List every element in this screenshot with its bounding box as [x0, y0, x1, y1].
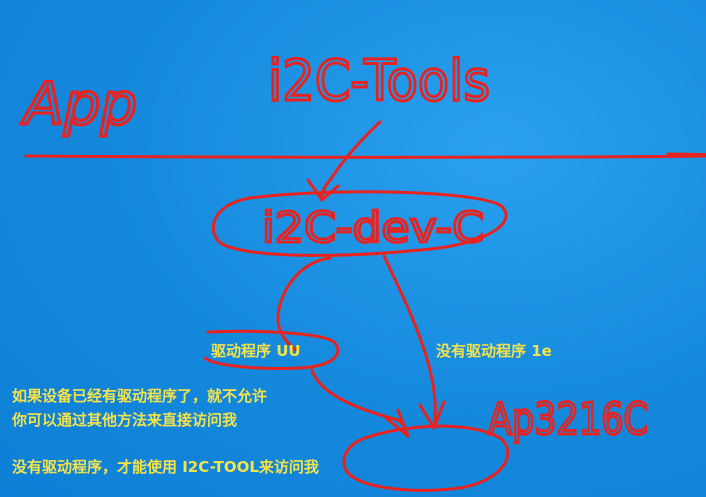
driver-label: 驱动程序 UU [211, 342, 301, 360]
arrow-dev-to-chip [382, 254, 437, 430]
note-line-2: 你可以通过其他方法来直接访问我 [12, 411, 238, 429]
no-driver-label: 没有驱动程序 1e [436, 342, 552, 360]
note-line-3: 没有驱动程序，才能使用 I2C-TOOL来访问我 [12, 458, 319, 476]
arrowhead-dev-to-chip [418, 400, 446, 430]
arrow-tools-to-dev [320, 120, 382, 202]
space-divider-line [24, 152, 706, 159]
chip-ellipse [342, 424, 510, 492]
app-text: App [20, 70, 137, 138]
note-line-1: 如果设备已经有驱动程序了，就不允许 [12, 387, 268, 405]
chip-text: Ap3216C [488, 394, 648, 445]
i2c-dev-text: i2C-dev-C [262, 203, 484, 252]
i2c-tools-text: i2C-Tools [268, 49, 490, 114]
